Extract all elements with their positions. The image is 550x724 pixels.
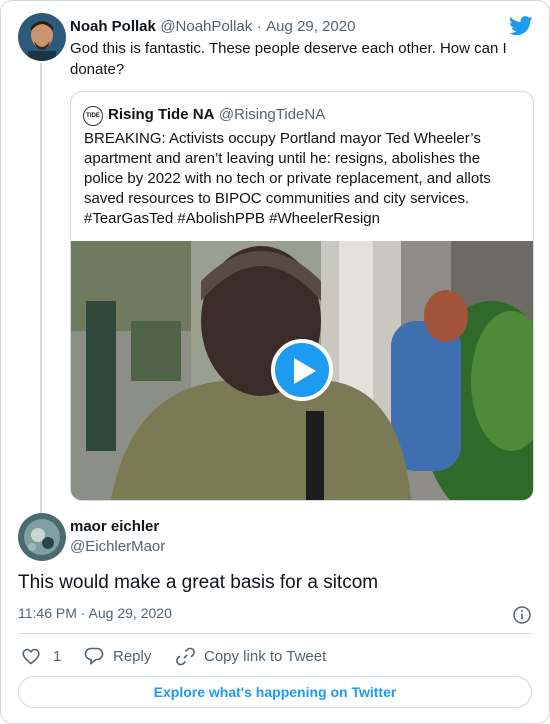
thread-connector [40, 63, 42, 513]
rising-tide-logo[interactable]: TIDE [83, 106, 103, 126]
explore-label: Explore what's happening on Twitter [153, 684, 397, 700]
quoted-line-4: saved resources to BIPOC communities and… [84, 190, 470, 207]
quoted-line-5: #TearGasTed #AbolishPPB #WheelerResign [84, 210, 380, 227]
quoted-tweet[interactable]: TIDE Rising Tide NA @RisingTideNA BREAKI… [70, 91, 534, 501]
heart-icon [22, 648, 40, 665]
author-name[interactable]: Noah Pollak [70, 18, 156, 35]
quoted-tweet-text: BREAKING: Activists occupy Portland mayo… [84, 129, 514, 229]
embedded-tweet-card: Noah Pollak @NoahPollak · Aug 29, 2020 G… [0, 0, 550, 724]
reply-tweet-text: This would make a great basis for a sitc… [18, 572, 379, 593]
quoted-line-1: BREAKING: Activists occupy Portland mayo… [84, 130, 481, 147]
tweet-text-line-1: God this is fantastic. These people dese… [70, 40, 507, 57]
tweet-text-line-2: donate? [70, 61, 125, 78]
like-count: 1 [53, 647, 62, 665]
quoted-line-3: police by 2022 with no tech or private r… [84, 170, 491, 187]
noah-avatar[interactable] [18, 13, 66, 61]
like-button[interactable]: 1 [22, 646, 61, 666]
quoted-author-name[interactable]: Rising Tide NA [108, 106, 214, 123]
quoted-author-handle[interactable]: @RisingTideNA [219, 106, 325, 123]
copy-link-label: Copy link to Tweet [204, 647, 327, 665]
play-button[interactable] [271, 339, 333, 401]
explore-twitter-button[interactable]: Explore what's happening on Twitter [18, 676, 532, 708]
play-icon [294, 358, 316, 384]
reply-button[interactable]: Reply [84, 646, 151, 666]
separator-dot: · [256, 18, 262, 35]
tweet-date[interactable]: Aug 29, 2020 [266, 18, 355, 35]
reply-icon [84, 647, 104, 665]
reply-author-name[interactable]: maor eichler [70, 518, 165, 535]
copy-link-button[interactable]: Copy link to Tweet [176, 646, 326, 666]
video-thumbnail[interactable] [71, 241, 533, 500]
maor-avatar[interactable] [18, 513, 66, 561]
reply-timestamp[interactable]: 11:46 PM · Aug 29, 2020 [18, 605, 172, 621]
reply-author-handle[interactable]: @EichlerMaor [70, 538, 165, 555]
reply-label: Reply [113, 647, 152, 665]
info-icon[interactable] [513, 606, 531, 629]
rising-tide-logo-text: TIDE [86, 113, 100, 119]
quoted-line-2: apartment and aren’t leaving until he: r… [84, 150, 481, 167]
link-icon [176, 647, 195, 665]
author-handle[interactable]: @NoahPollak [160, 18, 252, 35]
actions-divider [18, 633, 532, 634]
